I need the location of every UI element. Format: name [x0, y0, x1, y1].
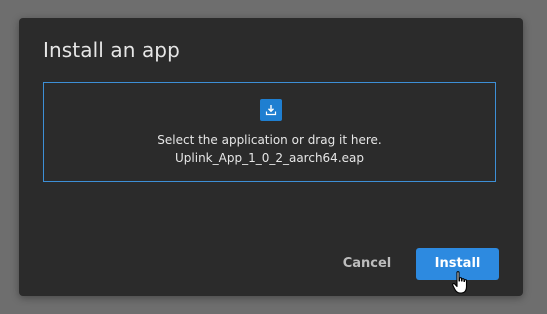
dropzone-prompt: Select the application or drag it here. — [157, 133, 382, 147]
cancel-button[interactable]: Cancel — [332, 248, 402, 280]
upload-icon — [260, 99, 282, 121]
install-app-dialog: Install an app Select the application or… — [19, 18, 523, 296]
hand-pointer-icon — [451, 270, 473, 296]
dialog-title: Install an app — [43, 38, 180, 62]
selected-filename: Uplink_App_1_0_2_aarch64.eap — [175, 151, 364, 165]
file-dropzone[interactable]: Select the application or drag it here. … — [43, 82, 496, 182]
